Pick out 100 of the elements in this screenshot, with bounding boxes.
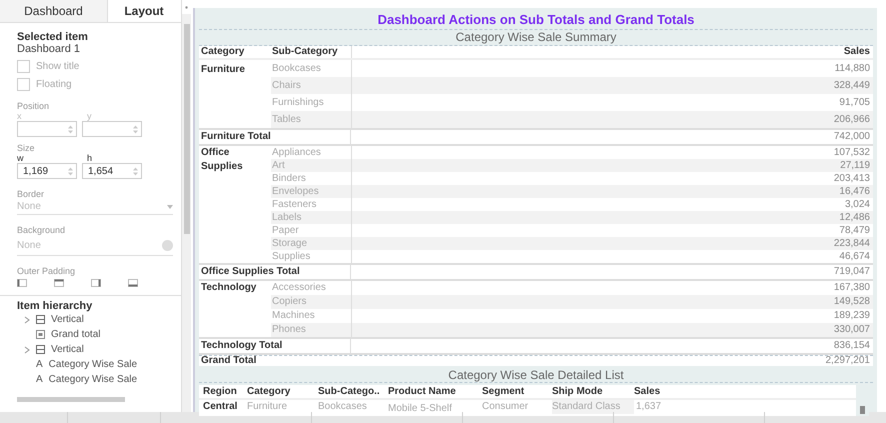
table-cell: 206,966 — [351, 111, 873, 128]
table-cell-text: Furnishings — [271, 96, 325, 110]
field-label: Size — [17, 143, 36, 153]
column-header: Sales — [634, 385, 662, 398]
table-cell-text: Central — [202, 400, 238, 414]
table-cell-text: Furniture — [247, 400, 288, 414]
total-label: Grand Total — [200, 356, 258, 366]
table-cell: 16,476 — [351, 185, 873, 198]
table-cell: Storage — [271, 237, 351, 250]
table-cell: Phones — [271, 323, 351, 337]
column-header: Product Name — [388, 385, 457, 398]
padding-icon — [54, 279, 64, 287]
column-header: Segment — [482, 385, 526, 398]
table-cell: 223,844 — [351, 237, 873, 250]
table-cell-text: Consumer — [482, 400, 530, 414]
row-header: Office Supplies — [201, 147, 243, 172]
hierarchy-item[interactable]: A Category Wise Sale — [17, 357, 177, 372]
dot-icon — [185, 6, 188, 8]
padding-icon — [91, 279, 101, 287]
table-cell: 328,449 — [351, 77, 873, 94]
table-cell: 46,674 — [351, 250, 873, 263]
table-cell: 742,000 — [350, 130, 873, 144]
table-cell-text: Machines — [271, 309, 316, 323]
table-cell: Labels — [271, 211, 351, 224]
container-icon — [36, 315, 45, 324]
field-label: Border — [17, 189, 46, 199]
hierarchy-item[interactable]: A Category Wise Sale — [17, 372, 177, 387]
panel-toggle-button[interactable] — [182, 0, 191, 14]
table-cell: 149,528 — [351, 295, 873, 309]
column-header: Category — [247, 385, 292, 398]
scrollbar-thumb[interactable] — [17, 397, 125, 402]
field-label: Position — [17, 101, 50, 111]
hierarchy-item[interactable]: Grand total — [17, 327, 177, 342]
field-label: w — [17, 153, 24, 163]
number-field[interactable] — [82, 121, 142, 137]
image-object-icon — [36, 330, 45, 339]
dashboard-title: Dashboard Actions on Sub Totals and Grand Totals — [199, 8, 873, 30]
number-field[interactable]: 1,169 — [17, 163, 77, 179]
caret-icon — [167, 204, 173, 208]
field-label: y — [87, 111, 92, 121]
table-cell: Art — [271, 159, 351, 172]
field-label: Background — [17, 225, 66, 235]
table-cell-text: 1,637 — [635, 400, 662, 414]
column-header: Ship Mode — [552, 385, 604, 398]
table-cell-text: Fasteners — [271, 198, 318, 211]
padding-icon — [128, 279, 138, 287]
checkbox-label: Floating — [36, 79, 72, 90]
table-cell-text: Accessories — [271, 281, 327, 295]
table-cell-text: 2,297,201 — [824, 356, 871, 366]
table-cell: 27,119 — [351, 159, 873, 172]
sheet-title: Category Wise Sale Detailed List — [199, 367, 873, 383]
spinner-icon[interactable] — [68, 124, 73, 134]
table-cell: Copiers — [271, 295, 351, 309]
hierarchy-item[interactable]: Vertical — [17, 342, 177, 357]
total-label: Technology Total — [200, 339, 284, 353]
table-cell-text: Bookcases — [271, 62, 322, 76]
total-label: Furniture Total — [200, 130, 272, 144]
spinner-icon[interactable] — [68, 166, 73, 176]
field-label: h — [87, 153, 92, 163]
section-heading: Item hierarchy — [17, 300, 94, 312]
checkbox[interactable] — [17, 78, 30, 91]
checkbox[interactable] — [17, 60, 30, 73]
scrollbar-thumb[interactable] — [860, 406, 865, 414]
column-header: Category — [200, 46, 246, 58]
selected-item-name: Dashboard 1 — [17, 43, 81, 55]
table-cell: 330,007 — [351, 323, 873, 337]
number-field[interactable] — [17, 121, 77, 137]
table-cell-text: Appliances — [271, 146, 322, 159]
table-cell-text: Mobile 5-Shelf — [388, 402, 453, 416]
spinner-icon[interactable] — [133, 124, 138, 134]
number-field[interactable]: 1,654 — [82, 163, 142, 179]
container-icon — [36, 345, 45, 354]
table-cell: Envelopes — [271, 185, 351, 198]
row-header: Furniture — [201, 64, 245, 75]
table-cell-text: Bookcases — [318, 400, 368, 414]
column-header: Region — [202, 385, 238, 398]
table-cell-text: Supplies — [271, 250, 312, 263]
row-header: Technology — [201, 282, 256, 293]
hierarchy-item[interactable]: Vertical — [17, 312, 177, 327]
checkbox-label: Show title — [36, 61, 80, 72]
column-header: Sales — [351, 46, 873, 58]
scrollbar-thumb[interactable] — [184, 24, 190, 234]
table-cell: Tables — [271, 111, 351, 128]
table-cell: 719,047 — [350, 265, 873, 279]
table-cell-text: Binders — [271, 172, 307, 185]
column-header: Sub-Catego.. — [318, 385, 381, 398]
padding-icon — [17, 279, 27, 287]
color-swatch-icon — [162, 240, 173, 250]
section-heading: Selected item — [17, 31, 89, 43]
spinner-icon[interactable] — [133, 166, 138, 176]
table-cell: Standard Class — [552, 400, 634, 414]
column-header: Sub-Category — [271, 46, 339, 58]
table-cell: 836,154 — [350, 339, 873, 353]
table-cell-text: Paper — [271, 224, 300, 237]
field-label: x — [17, 111, 22, 121]
panel-tab[interactable]: Dashboard — [0, 0, 108, 22]
total-label: Office Supplies Total — [200, 265, 301, 279]
table-cell: 12,486 — [351, 211, 873, 224]
field-label: Outer Padding — [17, 266, 76, 276]
table-cell: Chairs — [271, 77, 351, 94]
